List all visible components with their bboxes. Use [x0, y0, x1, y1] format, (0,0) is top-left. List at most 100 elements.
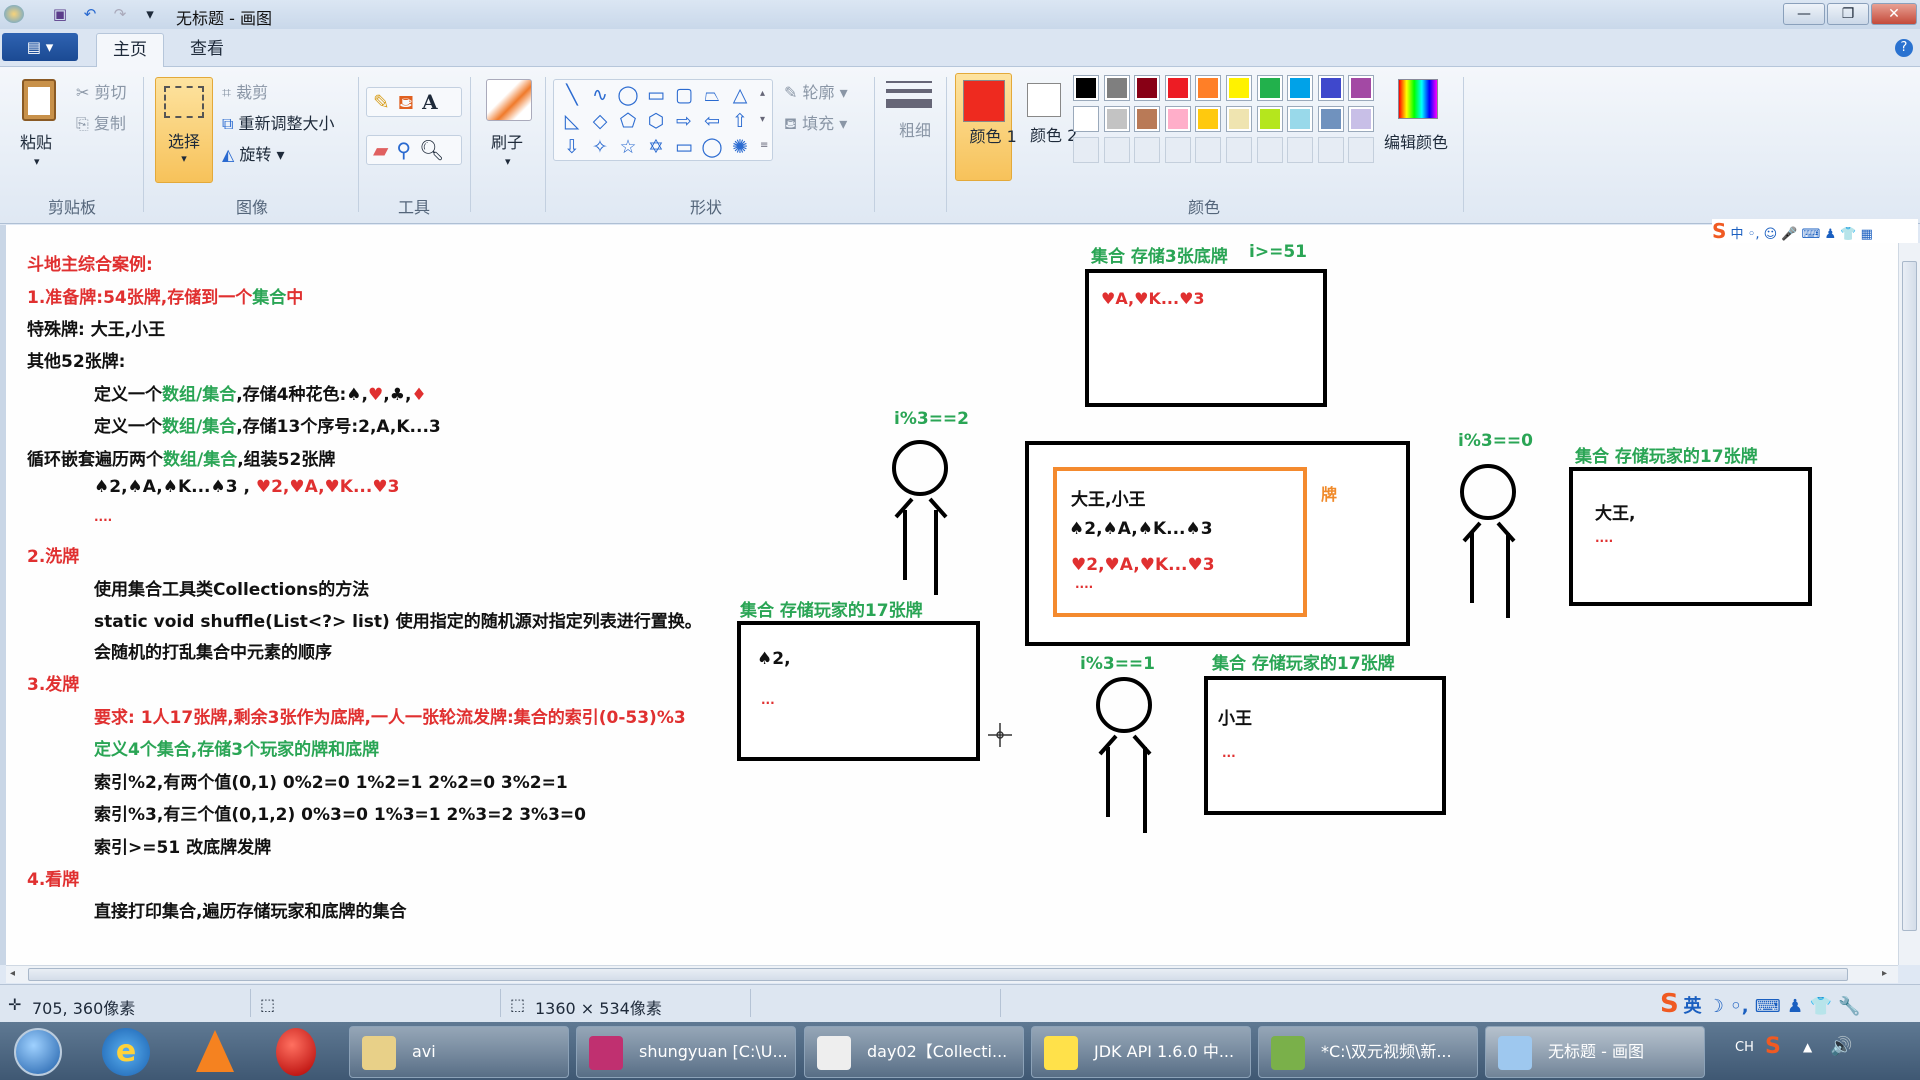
palette-swatch[interactable]: [1317, 75, 1344, 101]
palette-swatch[interactable]: [1164, 106, 1191, 132]
shape-tool-10-icon[interactable]: ⬡: [642, 108, 670, 134]
shape-tool-4-icon[interactable]: ▢: [670, 82, 698, 108]
vertical-scroll-thumb[interactable]: [1902, 261, 1917, 931]
pencil-icon[interactable]: ✎: [373, 90, 398, 114]
help-icon[interactable]: ?: [1895, 39, 1913, 57]
scroll-right-icon[interactable]: ▸: [1882, 968, 1887, 979]
taskbar-button[interactable]: day02【Collecti...: [804, 1026, 1024, 1078]
shape-tool-17-icon[interactable]: ✡: [642, 134, 670, 160]
palette-swatch[interactable]: [1195, 75, 1222, 101]
taskbar-button[interactable]: avi: [349, 1026, 569, 1078]
resize-button[interactable]: ⧉ 重新调整大小: [222, 110, 335, 134]
color2-button[interactable]: 颜色 2: [1022, 73, 1077, 181]
palette-swatch[interactable]: [1317, 106, 1344, 132]
drawing-canvas[interactable]: 斗地主综合案例: 1.准备牌:54张牌,存储到一个集合中 特殊牌: 大王,小王 其他5…: [0, 225, 1898, 965]
vlc-icon[interactable]: [196, 1030, 234, 1072]
ime-toolbar-bottom[interactable]: S 英 ☽ ◦, ⌨ ♟ 👕 🔧: [1660, 989, 1861, 1019]
tray-expand-icon[interactable]: ▲: [1803, 1040, 1812, 1054]
paint-app-icon[interactable]: [4, 5, 24, 23]
shapes-scroll[interactable]: ▴ ▾ ≡: [760, 81, 768, 159]
palette-swatch[interactable]: [1073, 106, 1099, 132]
palette-swatch[interactable]: [1287, 106, 1314, 132]
palette-swatch[interactable]: [1287, 75, 1314, 101]
sogou-tray-icon[interactable]: S: [1765, 1034, 1781, 1059]
undo-icon[interactable]: ↶: [80, 5, 100, 23]
eraser-icon[interactable]: ▰: [373, 138, 396, 162]
horizontal-scroll-thumb[interactable]: [28, 968, 1848, 981]
palette-swatch-empty[interactable]: [1256, 137, 1283, 163]
cut-button[interactable]: ✂ 剪切: [76, 79, 127, 103]
shape-tool-6-icon[interactable]: △: [726, 82, 754, 108]
taskbar-button[interactable]: *C:\双元视频\新...: [1258, 1026, 1478, 1078]
shape-tool-19-icon[interactable]: ◯: [698, 134, 726, 160]
magnifier-icon[interactable]: 🔍︎: [419, 138, 452, 162]
tab-home[interactable]: 主页: [96, 33, 164, 67]
customize-quick-access-icon[interactable]: ▾: [140, 5, 160, 23]
palette-swatch[interactable]: [1348, 106, 1375, 132]
outline-button[interactable]: ✎ 轮廓 ▾: [784, 79, 848, 103]
palette-swatch[interactable]: [1348, 75, 1375, 101]
close-button[interactable]: ✕: [1871, 3, 1917, 25]
palette-swatch[interactable]: [1256, 75, 1283, 101]
brush-icon[interactable]: [486, 79, 532, 121]
palette-swatch-empty[interactable]: [1073, 137, 1099, 163]
color-picker-icon[interactable]: ⚲: [396, 138, 419, 162]
copy-button[interactable]: ⎘ 复制: [76, 110, 126, 134]
palette-swatch[interactable]: [1256, 106, 1283, 132]
shape-tool-13-icon[interactable]: ⇧: [726, 108, 754, 134]
palette-swatch[interactable]: [1103, 75, 1130, 101]
shape-tool-12-icon[interactable]: ⇦: [698, 108, 726, 134]
edit-colors-button[interactable]: 编辑颜色: [1384, 129, 1448, 153]
palette-swatch[interactable]: [1103, 106, 1130, 132]
volume-icon[interactable]: 🔊: [1830, 1036, 1852, 1057]
text-icon[interactable]: A: [422, 90, 446, 114]
palette-swatch[interactable]: [1225, 75, 1252, 101]
taskbar-button[interactable]: 无标题 - 画图: [1485, 1026, 1705, 1078]
palette-swatch-empty[interactable]: [1195, 137, 1222, 163]
shape-tool-8-icon[interactable]: ◇: [586, 108, 614, 134]
taskbar-button[interactable]: JDK API 1.6.0 中...: [1031, 1026, 1251, 1078]
file-menu-button[interactable]: ▤ ▾: [2, 33, 78, 61]
tab-view[interactable]: 查看: [174, 33, 240, 67]
palette-swatch-empty[interactable]: [1164, 137, 1191, 163]
language-indicator[interactable]: CH: [1735, 1040, 1754, 1055]
palette-swatch[interactable]: [1134, 75, 1161, 101]
shape-tool-5-icon[interactable]: ⏢: [698, 82, 726, 108]
color1-button[interactable]: 颜色 1: [955, 73, 1017, 181]
shape-tool-15-icon[interactable]: ✧: [586, 134, 614, 160]
shape-tool-7-icon[interactable]: ◺: [558, 108, 586, 134]
internet-explorer-icon[interactable]: e: [102, 1028, 150, 1076]
ime-toolbar-top[interactable]: S 中 ◦, ☺ 🎤 ⌨ ♟ 👕 ▦: [1712, 219, 1918, 243]
shape-tool-2-icon[interactable]: ◯: [614, 82, 642, 108]
shape-tool-9-icon[interactable]: ⬠: [614, 108, 642, 134]
horizontal-scrollbar[interactable]: ◂ ▸: [6, 965, 1898, 983]
palette-swatch[interactable]: [1134, 106, 1161, 132]
rotate-button[interactable]: ◭ 旋转 ▾: [222, 141, 285, 165]
palette-swatch[interactable]: [1225, 106, 1252, 132]
shape-tool-0-icon[interactable]: ╲: [558, 82, 586, 108]
shape-tool-18-icon[interactable]: ▭: [670, 134, 698, 160]
taskbar-button[interactable]: shungyuan [C:\U...: [576, 1026, 796, 1078]
shape-tool-11-icon[interactable]: ⇨: [670, 108, 698, 134]
palette-swatch[interactable]: [1073, 75, 1099, 101]
palette-swatch-empty[interactable]: [1225, 137, 1252, 163]
paste-dropdown-icon[interactable]: ▾: [34, 155, 40, 168]
shape-tool-3-icon[interactable]: ▭: [642, 82, 670, 108]
brush-dropdown-icon[interactable]: ▾: [505, 155, 511, 168]
minimize-button[interactable]: —: [1783, 3, 1825, 25]
crop-button[interactable]: ⌗ 裁剪: [222, 79, 268, 103]
select-button[interactable]: 选择 ▾: [155, 77, 213, 183]
fill-button[interactable]: ⛾ 填充 ▾: [784, 110, 847, 135]
start-button[interactable]: [14, 1028, 62, 1076]
palette-swatch-empty[interactable]: [1134, 137, 1161, 163]
scroll-left-icon[interactable]: ◂: [10, 968, 15, 979]
shape-tool-14-icon[interactable]: ⇩: [558, 134, 586, 160]
size-button[interactable]: 粗细: [886, 81, 932, 142]
shape-tool-1-icon[interactable]: ∿: [586, 82, 614, 108]
paste-button[interactable]: 粘贴: [20, 129, 52, 153]
edit-colors-icon[interactable]: [1398, 79, 1438, 119]
maximize-button[interactable]: ❐: [1827, 3, 1869, 25]
record-app-icon[interactable]: [276, 1028, 316, 1076]
fill-bucket-icon[interactable]: ⛾: [398, 90, 422, 114]
shape-tool-20-icon[interactable]: ✺: [726, 134, 754, 160]
